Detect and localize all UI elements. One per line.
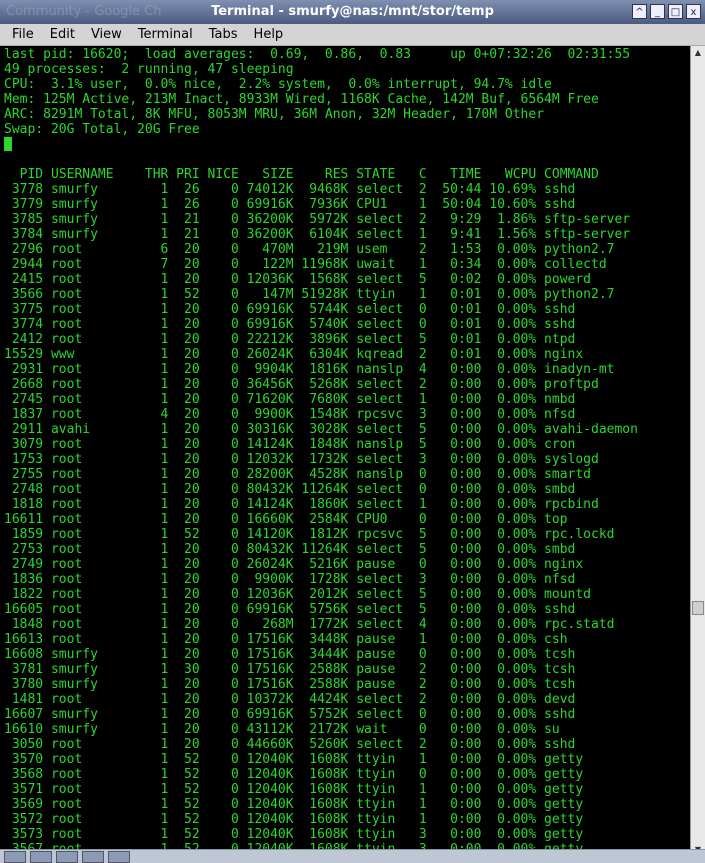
terminal-output: last pid: 16620; load averages: 0.69, 0.… <box>0 46 690 857</box>
process-row: 1859 root 1 52 0 14120K 1812K rpcsvc 5 0… <box>4 527 615 542</box>
terminal-area[interactable]: last pid: 16620; load averages: 0.69, 0.… <box>0 46 690 857</box>
process-row: 3568 root 1 52 0 12040K 1608K ttyin 0 0:… <box>4 767 584 782</box>
process-row: 3774 root 1 20 0 69916K 5740K select 0 0… <box>4 317 576 332</box>
process-row: 2911 avahi 1 20 0 30316K 3028K select 5 … <box>4 422 638 437</box>
process-row: 1822 root 1 20 0 12036K 2012K select 5 0… <box>4 587 591 602</box>
process-row: 16611 root 1 20 0 16660K 2584K CPU0 0 0:… <box>4 512 568 527</box>
network-icon[interactable] <box>56 851 78 863</box>
process-row: 3780 smurfy 1 20 0 17516K 2588K pause 2 … <box>4 677 576 692</box>
process-row: 3570 root 1 52 0 12040K 1608K ttyin 1 0:… <box>4 752 584 767</box>
shade-button[interactable]: ^ <box>632 4 647 19</box>
process-row: 1481 root 1 20 0 10372K 4424K select 2 0… <box>4 692 576 707</box>
menu-tabs[interactable]: Tabs <box>201 24 246 45</box>
process-row: 3779 smurfy 1 26 0 69916K 7936K CPU1 1 5… <box>4 197 576 212</box>
top-header-line: Swap: 20G Total, 20G Free <box>4 122 200 137</box>
process-table-header: PID USERNAME THR PRI NICE SIZE RES STATE… <box>4 167 599 182</box>
process-row: 3569 root 1 52 0 12040K 1608K ttyin 1 0:… <box>4 797 584 812</box>
menu-view[interactable]: View <box>83 24 130 45</box>
process-row: 3572 root 1 52 0 12040K 1608K ttyin 1 0:… <box>4 812 584 827</box>
process-row: 2745 root 1 20 0 71620K 7680K select 1 0… <box>4 392 576 407</box>
desktop-icon[interactable] <box>4 851 26 863</box>
process-row: 3785 smurfy 1 21 0 36200K 5972K select 2… <box>4 212 631 227</box>
menu-help[interactable]: Help <box>246 24 292 45</box>
process-row: 2415 root 1 20 0 12036K 1568K select 5 0… <box>4 272 591 287</box>
process-row: 2748 root 1 20 0 80432K 11264K select 0 … <box>4 482 576 497</box>
process-row: 2944 root 7 20 0 122M 11968K uwait 1 0:3… <box>4 257 607 272</box>
calculator-icon[interactable] <box>30 851 52 863</box>
top-header-line: Mem: 125M Active, 213M Inact, 8933M Wire… <box>4 92 599 107</box>
scroll-up-arrow-icon[interactable]: ▲ <box>691 46 705 60</box>
process-row: 1848 root 1 20 0 268M 1772K select 4 0:0… <box>4 617 615 632</box>
process-row: 2753 root 1 20 0 80432K 11264K select 5 … <box>4 542 576 557</box>
process-row: 2749 root 1 20 0 26024K 5216K pause 0 0:… <box>4 557 584 572</box>
process-row: 3566 root 1 52 0 147M 51928K ttyin 1 0:0… <box>4 287 615 302</box>
search-icon[interactable] <box>108 851 130 863</box>
process-row: 16607 smurfy 1 20 0 69916K 5752K select … <box>4 707 576 722</box>
top-header-line: ARC: 8291M Total, 8K MFU, 8053M MRU, 36M… <box>4 107 545 122</box>
process-row: 3778 smurfy 1 26 0 74012K 9468K select 2… <box>4 182 576 197</box>
process-row: 3079 root 1 20 0 14124K 1848K nanslp 5 0… <box>4 437 576 452</box>
vertical-scrollbar[interactable]: ▲ ▼ <box>690 46 705 857</box>
window-title: Terminal - smurfy@nas:/mnt/stor/temp <box>211 4 494 19</box>
close-button[interactable]: x <box>686 4 701 19</box>
process-row: 2755 root 1 20 0 28200K 4528K nanslp 0 0… <box>4 467 591 482</box>
minimize-button[interactable]: _ <box>650 4 665 19</box>
top-header-line: 49 processes: 2 running, 47 sleeping <box>4 62 294 77</box>
process-row: 2796 root 6 20 0 470M 219M usem 2 1:53 0… <box>4 242 615 257</box>
process-row: 1753 root 1 20 0 12032K 1732K select 3 0… <box>4 452 599 467</box>
folder-icon[interactable] <box>82 851 104 863</box>
process-row: 3050 root 1 20 0 44660K 5260K select 2 0… <box>4 737 576 752</box>
process-row: 16610 smurfy 1 20 0 43112K 2172K wait 0 … <box>4 722 560 737</box>
process-row: 2931 root 1 20 0 9904K 1816K nanslp 4 0:… <box>4 362 615 377</box>
menu-terminal[interactable]: Terminal <box>130 24 201 45</box>
process-row: 1837 root 4 20 0 9900K 1548K rpcsvc 3 0:… <box>4 407 576 422</box>
process-row: 3775 root 1 20 0 69916K 5744K select 0 0… <box>4 302 576 317</box>
terminal-cursor <box>4 137 12 151</box>
process-row: 2668 root 1 20 0 36456K 5268K select 2 0… <box>4 377 599 392</box>
maximize-button[interactable]: □ <box>668 4 683 19</box>
top-header-line: last pid: 16620; load averages: 0.69, 0.… <box>4 47 631 62</box>
top-header-line: CPU: 3.1% user, 0.0% nice, 2.2% system, … <box>4 77 552 92</box>
taskbar <box>0 849 705 863</box>
process-row: 3784 smurfy 1 21 0 36200K 6104K select 1… <box>4 227 631 242</box>
scrollbar-thumb[interactable] <box>692 601 704 615</box>
window-controls: ^ _ □ x <box>632 4 701 19</box>
menu-file[interactable]: File <box>4 24 42 45</box>
process-row: 2412 root 1 20 0 22212K 3896K select 5 0… <box>4 332 576 347</box>
process-row: 16605 root 1 20 0 69916K 5756K select 5 … <box>4 602 576 617</box>
process-row: 16608 smurfy 1 20 0 17516K 3444K pause 0… <box>4 647 576 662</box>
process-row: 15529 www 1 20 0 26024K 6304K kqread 2 0… <box>4 347 584 362</box>
window-titlebar[interactable]: Community - Google Ch Terminal - smurfy@… <box>0 0 705 24</box>
menu-edit[interactable]: Edit <box>42 24 83 45</box>
process-row: 3781 smurfy 1 30 0 17516K 2588K pause 2 … <box>4 662 576 677</box>
process-row: 1818 root 1 20 0 14124K 1860K select 1 0… <box>4 497 599 512</box>
process-row: 1836 root 1 20 0 9900K 1728K select 3 0:… <box>4 572 576 587</box>
process-row: 3573 root 1 52 0 12040K 1608K ttyin 3 0:… <box>4 827 584 842</box>
process-row: 16613 root 1 20 0 17516K 3448K pause 1 0… <box>4 632 568 647</box>
process-row: 3571 root 1 52 0 12040K 1608K ttyin 1 0:… <box>4 782 584 797</box>
menu-bar: File Edit View Terminal Tabs Help <box>0 24 705 46</box>
